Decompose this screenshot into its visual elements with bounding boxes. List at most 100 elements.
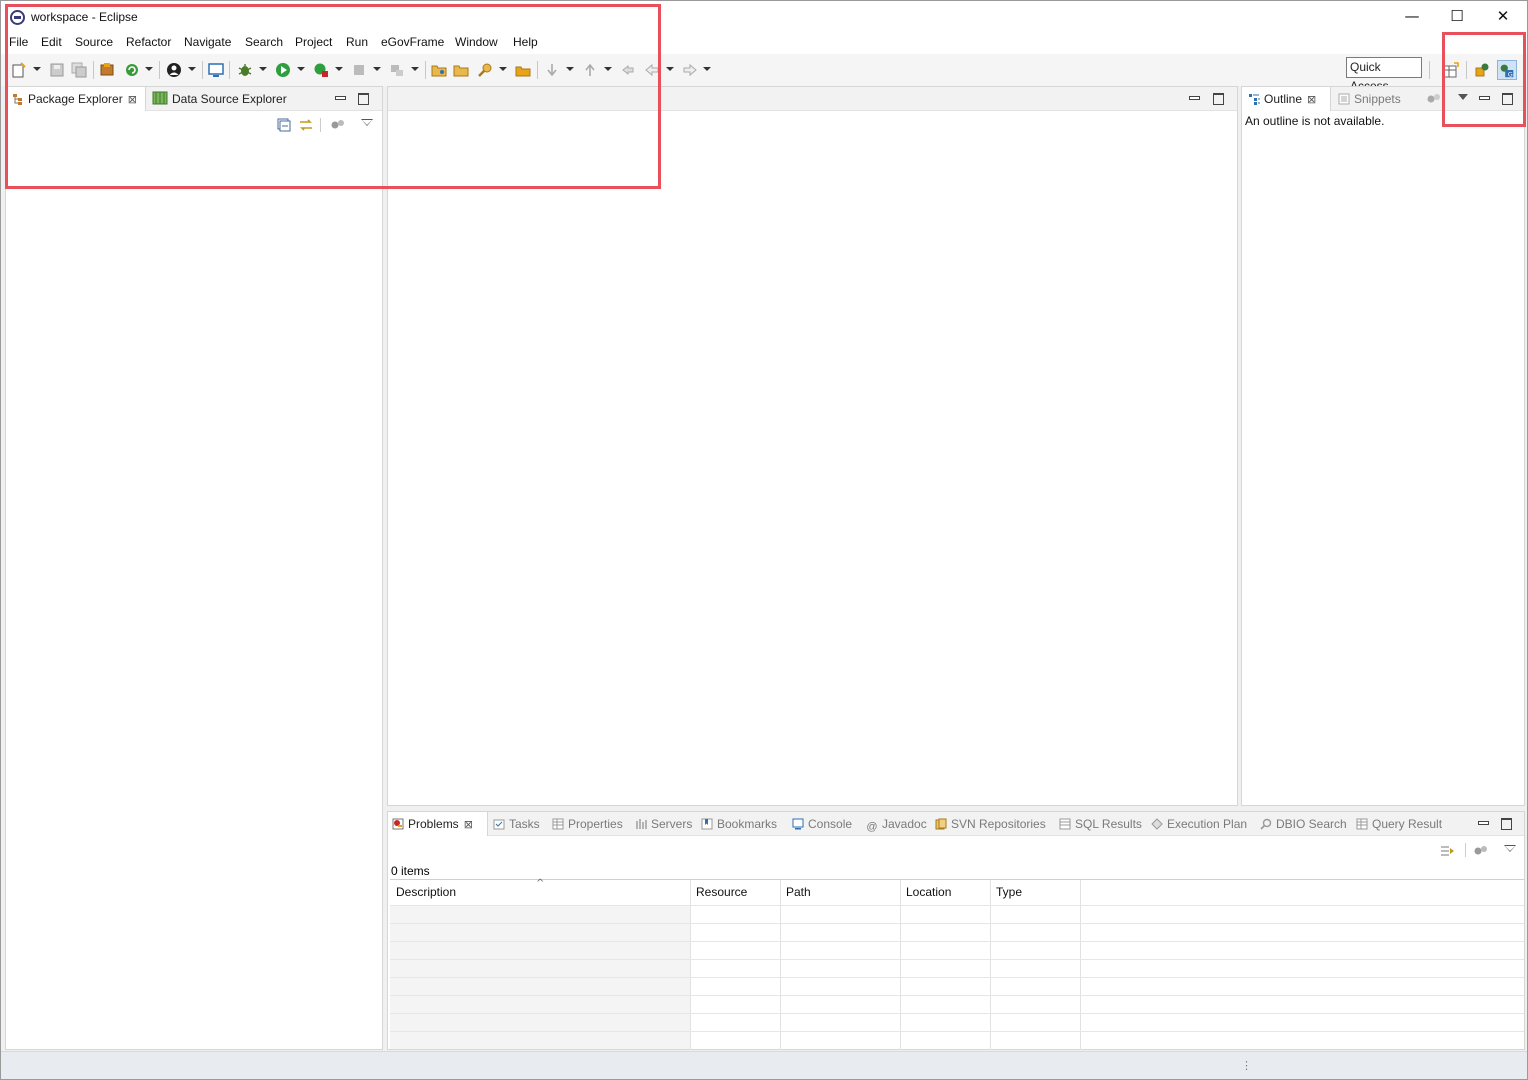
- last-edit-icon[interactable]: [620, 62, 636, 78]
- menu-help[interactable]: Help: [513, 35, 538, 49]
- person-dropdown-icon[interactable]: [188, 67, 196, 71]
- collapse-all-icon[interactable]: [277, 118, 291, 132]
- tab-outline[interactable]: Outline ⊠: [1242, 87, 1331, 111]
- maximize-view-icon[interactable]: [1501, 92, 1513, 105]
- focus-on-task-icon[interactable]: [331, 119, 345, 131]
- new-dropdown-icon[interactable]: [33, 67, 41, 71]
- column-type[interactable]: Type: [996, 885, 1022, 899]
- eclipse-window: workspace - Eclipse — ☐ ✕ File Edit Sour…: [0, 0, 1528, 1080]
- prev-annotation-icon[interactable]: [582, 62, 598, 78]
- open-type-icon[interactable]: [453, 62, 469, 78]
- view-menu-icon[interactable]: [1458, 94, 1468, 100]
- maximize-editor-icon[interactable]: [1212, 92, 1224, 105]
- tab-tasks[interactable]: Tasks: [493, 812, 540, 836]
- focus-on-task-icon[interactable]: [1427, 93, 1441, 105]
- tab-query-result[interactable]: Query Result: [1356, 812, 1442, 836]
- open-perspective-icon[interactable]: [1443, 62, 1459, 78]
- save-all-icon[interactable]: [71, 62, 87, 78]
- minimize-button[interactable]: —: [1391, 5, 1433, 27]
- focus-on-task-icon[interactable]: [1474, 845, 1488, 857]
- stop-icon[interactable]: [351, 62, 367, 78]
- new-icon[interactable]: [11, 62, 27, 78]
- back-dropdown-icon[interactable]: [666, 67, 674, 71]
- tab-javadoc[interactable]: @ Javadoc: [866, 812, 926, 836]
- menu-navigate[interactable]: Navigate: [184, 35, 231, 49]
- tab-snippets[interactable]: Snippets: [1338, 87, 1401, 111]
- menu-file[interactable]: File: [9, 35, 28, 49]
- open-folder-icon[interactable]: [431, 62, 447, 78]
- quick-access-field[interactable]: Quick Access: [1346, 57, 1422, 93]
- view-menu-icon-inner: [362, 120, 372, 125]
- external-tools-icon[interactable]: [313, 62, 329, 78]
- prev-annotation-dropdown-icon[interactable]: [604, 67, 612, 71]
- minimize-view-icon[interactable]: [1477, 817, 1489, 829]
- new-project-icon[interactable]: [99, 62, 115, 78]
- tab-label: Properties: [568, 817, 623, 831]
- task-icon[interactable]: [515, 62, 531, 78]
- search-dropdown-icon[interactable]: [499, 67, 507, 71]
- close-tab-icon[interactable]: ⊠: [464, 818, 473, 831]
- tab-label: SQL Results: [1075, 817, 1142, 831]
- column-location[interactable]: Location: [906, 885, 951, 899]
- build-dropdown-icon[interactable]: [411, 67, 419, 71]
- close-tab-icon[interactable]: ⊠: [1307, 93, 1316, 106]
- maximize-view-icon[interactable]: [1500, 817, 1512, 830]
- java-perspective-icon[interactable]: [1474, 62, 1490, 78]
- forward-icon[interactable]: [682, 62, 698, 78]
- person-icon[interactable]: [166, 62, 182, 78]
- maximize-view-icon[interactable]: [357, 92, 369, 105]
- refresh-dropdown-icon[interactable]: [145, 67, 153, 71]
- minimize-view-icon[interactable]: [1478, 92, 1490, 104]
- build-icon[interactable]: [389, 62, 405, 78]
- column-path[interactable]: Path: [786, 885, 811, 899]
- terminal-icon[interactable]: [208, 62, 224, 78]
- column-description[interactable]: Description: [396, 885, 456, 899]
- tab-package-explorer[interactable]: Package Explorer ⊠: [6, 87, 146, 111]
- tab-svn-repositories[interactable]: SVN Repositories: [935, 812, 1046, 836]
- tab-properties[interactable]: Properties: [552, 812, 623, 836]
- back-icon[interactable]: [644, 62, 660, 78]
- outline-empty-message: An outline is not available.: [1245, 114, 1385, 128]
- external-tools-dropdown-icon[interactable]: [335, 67, 343, 71]
- menu-refactor[interactable]: Refactor: [126, 35, 171, 49]
- debug-icon[interactable]: [237, 62, 253, 78]
- egov-perspective-icon[interactable]: G: [1497, 60, 1517, 80]
- run-icon[interactable]: [275, 62, 291, 78]
- run-dropdown-icon[interactable]: [297, 67, 305, 71]
- tab-problems[interactable]: Problems ⊠: [388, 812, 488, 836]
- forward-dropdown-icon[interactable]: [703, 67, 711, 71]
- next-annotation-icon[interactable]: [544, 62, 560, 78]
- stop-dropdown-icon[interactable]: [373, 67, 381, 71]
- maximize-button[interactable]: ☐: [1436, 5, 1478, 27]
- view-menu-icon-inner: [1505, 846, 1515, 851]
- close-tab-icon[interactable]: ⊠: [128, 93, 137, 106]
- tab-sql-results[interactable]: SQL Results: [1059, 812, 1142, 836]
- tab-console[interactable]: Console: [792, 812, 852, 836]
- column-resource[interactable]: Resource: [696, 885, 747, 899]
- next-annotation-dropdown-icon[interactable]: [566, 67, 574, 71]
- problems-table: Description ^ Resource Path Location Typ…: [390, 878, 1524, 1050]
- refresh-icon[interactable]: [124, 62, 140, 78]
- tab-label: SVN Repositories: [951, 817, 1046, 831]
- menu-run[interactable]: Run: [346, 35, 368, 49]
- close-button[interactable]: ✕: [1482, 5, 1524, 27]
- minimize-editor-icon[interactable]: [1188, 92, 1200, 104]
- link-with-editor-icon[interactable]: [298, 117, 314, 133]
- search-icon[interactable]: [477, 62, 493, 78]
- configure-contents-icon[interactable]: [1440, 843, 1456, 859]
- menu-source[interactable]: Source: [75, 35, 113, 49]
- status-bar-grip-icon[interactable]: ⋮: [1241, 1059, 1252, 1072]
- tab-data-source-explorer[interactable]: Data Source Explorer: [148, 87, 287, 111]
- tab-bookmarks[interactable]: Bookmarks: [701, 812, 777, 836]
- tab-dbio-search[interactable]: DBIO Search: [1260, 812, 1347, 836]
- tab-execution-plan[interactable]: Execution Plan: [1151, 812, 1247, 836]
- menu-egovframe[interactable]: eGovFrame: [381, 35, 444, 49]
- minimize-view-icon[interactable]: [334, 92, 346, 104]
- menu-project[interactable]: Project: [295, 35, 332, 49]
- debug-dropdown-icon[interactable]: [259, 67, 267, 71]
- menu-search[interactable]: Search: [245, 35, 283, 49]
- tab-servers[interactable]: Servers: [635, 812, 692, 836]
- menu-edit[interactable]: Edit: [41, 35, 62, 49]
- save-icon[interactable]: [49, 62, 65, 78]
- menu-window[interactable]: Window: [455, 35, 498, 49]
